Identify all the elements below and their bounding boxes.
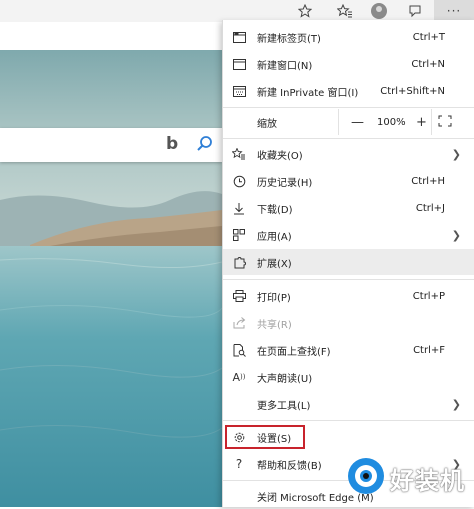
print-icon <box>232 289 246 303</box>
zoom-out-button[interactable]: — <box>351 115 364 130</box>
menu-item-label: 新建窗口(N) <box>257 60 313 72</box>
menu-item-label: 新建 InPrivate 窗口(I) <box>257 87 359 99</box>
settings-highlight-box <box>225 425 305 449</box>
download-icon <box>232 201 246 215</box>
new-window-icon <box>232 57 246 71</box>
zoom-divider <box>431 109 432 135</box>
menu-item-share[interactable]: 共享(R) <box>223 310 474 336</box>
chevron-right-icon: ❯ <box>451 397 461 411</box>
menu-divider <box>223 279 474 280</box>
find-on-page-icon <box>232 343 246 357</box>
inprivate-icon <box>232 84 246 98</box>
history-icon <box>232 174 246 188</box>
chevron-right-icon: ❯ <box>451 147 461 161</box>
settings-more-icon[interactable]: ··· <box>434 0 474 22</box>
menu-item-zoom: 缩放 — 100% + <box>223 109 474 135</box>
menu-item-new-tab[interactable]: 新建标签页(T) Ctrl+T <box>223 24 474 50</box>
settings-and-more-menu: 新建标签页(T) Ctrl+T 新建窗口(N) Ctrl+N 新建 InPriv… <box>222 20 474 507</box>
menu-item-label: 应用(A) <box>257 231 292 243</box>
apps-icon <box>232 228 246 242</box>
feedback-icon[interactable] <box>400 0 430 22</box>
more-label: ··· <box>446 4 462 18</box>
menu-divider <box>223 138 474 139</box>
bing-logo: b <box>166 134 179 154</box>
menu-item-label: 共享(R) <box>257 319 292 331</box>
zoom-divider <box>338 109 339 135</box>
menu-item-label: 更多工具(L) <box>257 400 311 412</box>
menu-item-shortcut: Ctrl+Shift+N <box>380 85 445 97</box>
menu-item-extensions[interactable]: 扩展(X) <box>223 249 474 275</box>
menu-item-label: 新建标签页(T) <box>257 33 321 45</box>
menu-item-label: 收藏夹(O) <box>257 150 303 162</box>
menu-item-downloads[interactable]: 下载(D) Ctrl+J <box>223 195 474 221</box>
zoom-label: 缩放 <box>257 118 277 130</box>
menu-item-label: 历史记录(H) <box>257 177 313 189</box>
new-tab-icon <box>232 30 246 44</box>
menu-item-more-tools[interactable]: 更多工具(L) ❯ <box>223 391 474 417</box>
menu-item-favorites[interactable]: 收藏夹(O) ❯ <box>223 141 474 167</box>
zoom-in-button[interactable]: + <box>416 115 427 130</box>
menu-item-shortcut: Ctrl+T <box>412 31 445 43</box>
read-aloud-icon: A)) <box>232 370 246 384</box>
menu-item-label: 在页面上查找(F) <box>257 346 331 358</box>
watermark-text: 好装机 <box>390 467 465 495</box>
browser-toolbar: ··· <box>0 0 474 22</box>
chevron-right-icon: ❯ <box>451 228 461 242</box>
extensions-puzzle-icon <box>232 255 246 269</box>
menu-item-label: 下载(D) <box>257 204 293 216</box>
menu-divider <box>223 107 474 108</box>
fullscreen-icon[interactable] <box>438 115 452 130</box>
menu-item-shortcut: Ctrl+J <box>415 202 445 214</box>
zoom-value: 100% <box>377 116 406 128</box>
menu-item-shortcut: Ctrl+H <box>411 175 445 187</box>
avatar <box>371 3 387 19</box>
help-question-icon: ? <box>235 457 243 471</box>
menu-item-shortcut: Ctrl+F <box>413 344 445 356</box>
menu-item-label: 扩展(X) <box>257 258 292 270</box>
profile-avatar[interactable] <box>364 0 394 22</box>
background-landscape-image <box>0 50 222 507</box>
share-icon <box>232 316 246 330</box>
menu-item-print[interactable]: 打印(P) Ctrl+P <box>223 283 474 309</box>
favorites-collection-icon[interactable] <box>330 0 360 22</box>
menu-item-new-inprivate-window[interactable]: 新建 InPrivate 窗口(I) Ctrl+Shift+N <box>223 78 474 104</box>
menu-item-label: 帮助和反馈(B) <box>257 460 322 472</box>
watermark-logo-icon <box>348 458 384 494</box>
menu-item-read-aloud[interactable]: A)) 大声朗读(U) <box>223 364 474 390</box>
favorites-icon <box>232 147 246 161</box>
page-top-strip <box>0 22 222 50</box>
search-bar[interactable]: b <box>0 128 222 162</box>
menu-item-shortcut: Ctrl+N <box>411 58 445 70</box>
menu-item-shortcut: Ctrl+P <box>412 290 445 302</box>
menu-item-label: 打印(P) <box>257 292 291 304</box>
search-icon[interactable] <box>196 135 214 157</box>
favorite-star-icon[interactable] <box>290 0 320 22</box>
watermark: 好装机 <box>346 454 474 507</box>
menu-item-new-window[interactable]: 新建窗口(N) Ctrl+N <box>223 51 474 77</box>
menu-item-label: 大声朗读(U) <box>257 373 313 385</box>
menu-item-apps[interactable]: 应用(A) ❯ <box>223 222 474 248</box>
menu-divider <box>223 420 474 421</box>
menu-item-find-on-page[interactable]: 在页面上查找(F) Ctrl+F <box>223 337 474 363</box>
menu-item-history[interactable]: 历史记录(H) Ctrl+H <box>223 168 474 194</box>
